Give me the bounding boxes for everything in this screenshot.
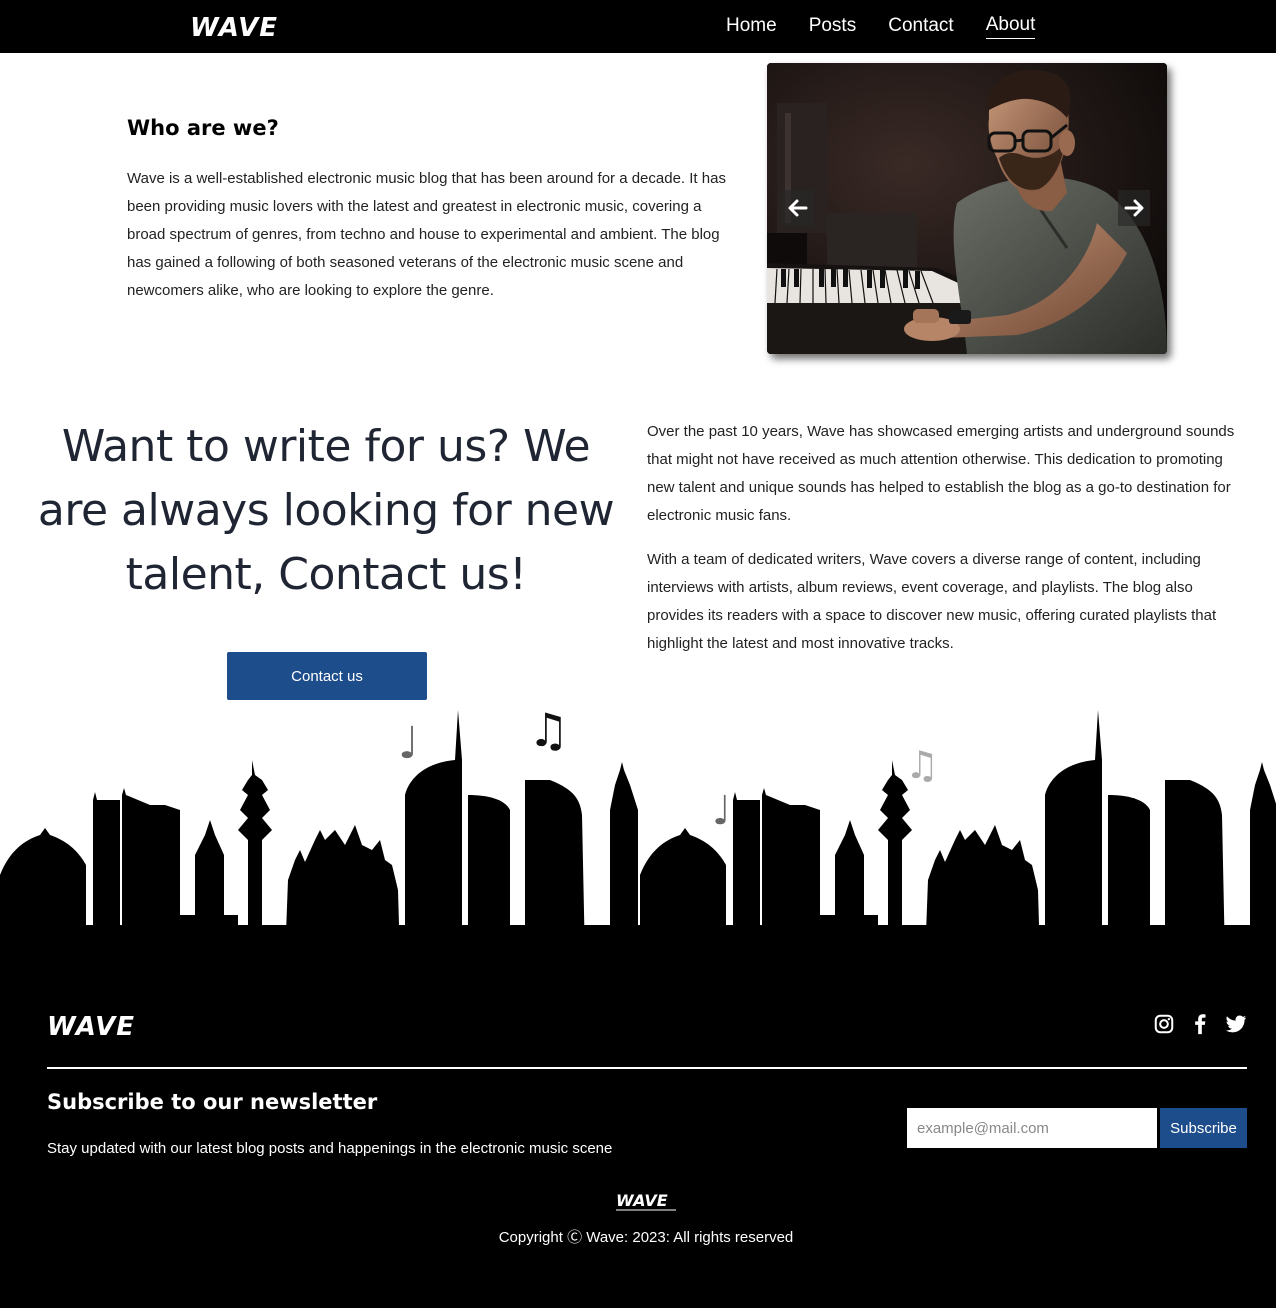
subscribe-button[interactable]: Subscribe — [1160, 1108, 1247, 1148]
facebook-link[interactable] — [1188, 1012, 1212, 1036]
nav-home-link[interactable]: Home — [726, 15, 777, 39]
musician-photo — [767, 63, 1167, 354]
svg-text:WAVE: WAVE — [616, 1191, 668, 1210]
footer-divider — [47, 1067, 1247, 1069]
footer-small-logo: WAVE — [616, 1191, 676, 1211]
about-paragraph-2: With a team of dedicated writers, Wave c… — [647, 551, 1217, 652]
about-title: Who are we? — [127, 116, 279, 140]
nav-links: Home Posts Contact About — [700, 0, 1036, 53]
nav-posts-link[interactable]: Posts — [809, 15, 857, 39]
newsletter-subtitle: Stay updated with our latest blog posts … — [47, 1140, 613, 1157]
newsletter-email-input[interactable] — [907, 1108, 1157, 1148]
svg-text:WAVE: WAVE — [47, 1012, 135, 1039]
carousel-prev-button[interactable] — [782, 190, 814, 226]
about-paragraph-1: Over the past 10 years, Wave has showcas… — [647, 423, 1235, 524]
contact-us-button[interactable]: Contact us — [227, 652, 427, 700]
instagram-icon — [1154, 1014, 1174, 1034]
instagram-link[interactable] — [1152, 1012, 1176, 1036]
footer-wave-logo[interactable]: WAVE — [47, 1011, 151, 1039]
newsletter-title: Subscribe to our newsletter — [47, 1090, 378, 1114]
image-carousel — [767, 63, 1167, 354]
svg-text:WAVE: WAVE — [190, 13, 278, 40]
twitter-icon — [1225, 1015, 1247, 1033]
arrow-left-icon — [788, 199, 808, 217]
wave-logo[interactable]: WAVE — [190, 12, 292, 40]
write-for-us-heading: Want to write for us? We are always look… — [37, 421, 615, 600]
nav-contact-link[interactable]: Contact — [888, 15, 953, 39]
top-navbar: WAVE Home Posts Contact About — [0, 0, 1276, 53]
music-note-icon: ♩ — [398, 718, 419, 769]
nav-about-link[interactable]: About — [985, 14, 1036, 39]
facebook-icon — [1195, 1014, 1206, 1035]
music-note-icon: ♩ — [712, 788, 731, 834]
about-text: Wave is a well-established electronic mu… — [127, 170, 726, 299]
copyright-text: Copyright Ⓒ Wave: 2023: All rights reser… — [498, 1229, 794, 1246]
twitter-link[interactable] — [1224, 1012, 1248, 1036]
music-notes-icon: ♫ — [905, 743, 939, 787]
arrow-right-icon — [1124, 199, 1144, 217]
carousel-next-button[interactable] — [1118, 190, 1150, 226]
music-notes-icon: ♫ — [528, 703, 569, 757]
city-skyline-illustration: ♩ ♫ ♩ ♫ — [0, 703, 1276, 960]
